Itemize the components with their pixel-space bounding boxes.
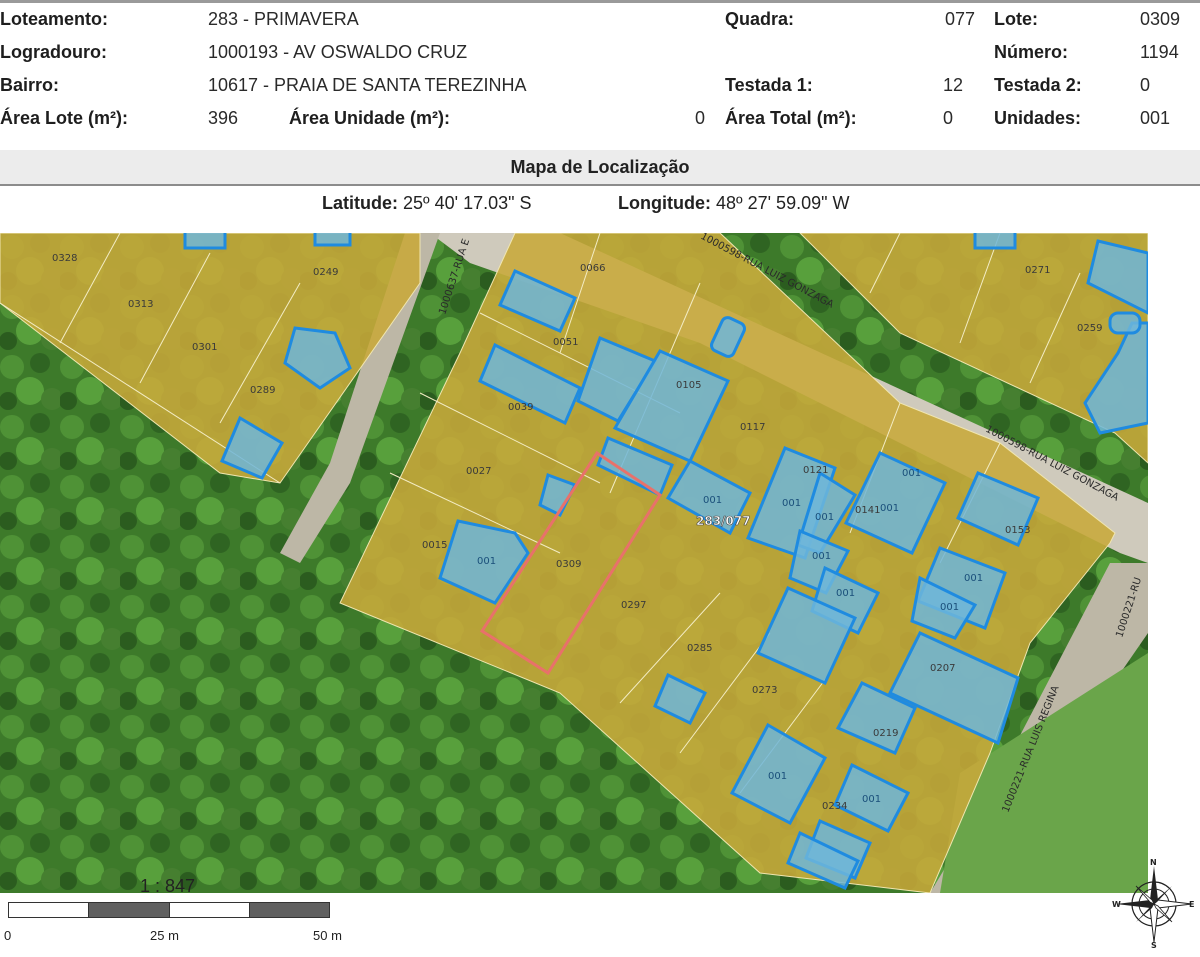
- block-label: 283/077: [696, 514, 750, 528]
- lot-label: 0105: [676, 380, 701, 391]
- map-scale-ratio: 1 : 847: [140, 876, 196, 896]
- longitude-readout: Longitude: 48º 27' 59.09" W: [618, 192, 849, 214]
- lot-label: 0309: [556, 559, 581, 570]
- longitude-label: Longitude:: [618, 193, 711, 213]
- compass-rose-icon: N S E W: [1112, 858, 1196, 950]
- numero-value: 1194: [1140, 42, 1179, 62]
- lot-label: 0153: [1005, 525, 1030, 536]
- map-canvas[interactable]: 0328 0249 0313 0301 0289 0066 0051 0105 …: [0, 233, 1148, 893]
- lote-value: 0309: [1140, 9, 1181, 29]
- testada2-label: Testada 2:: [994, 75, 1082, 95]
- scale-segment: [8, 902, 89, 918]
- lot-label: 0027: [466, 466, 491, 477]
- quadra-value: 077: [944, 9, 975, 29]
- lot-label: 0234: [822, 801, 847, 812]
- longitude-value: 48º 27' 59.09" W: [716, 193, 850, 213]
- quadra-label: Quadra:: [725, 9, 795, 29]
- unit-label: 001: [862, 794, 881, 805]
- area-total-value: 0: [942, 108, 953, 128]
- unit-label: 001: [703, 495, 722, 506]
- lot-label: 0285: [687, 643, 712, 654]
- lot-label: 0259: [1077, 323, 1102, 334]
- bairro-value: 10617 - PRAIA DE SANTA TEREZINHA: [208, 75, 527, 95]
- bairro-label: Bairro:: [0, 75, 60, 95]
- unit-label: 001: [940, 602, 959, 613]
- lot-label: 0249: [313, 267, 338, 278]
- unit-label: 001: [964, 573, 983, 584]
- map-section-title: Mapa de Localização: [510, 157, 690, 177]
- area-total-label: Área Total (m²):: [725, 108, 857, 128]
- lot-label: 0039: [508, 402, 533, 413]
- lot-label: 0271: [1025, 265, 1050, 276]
- lot-label: 0207: [930, 663, 955, 674]
- lot-label: 0219: [873, 728, 898, 739]
- numero-label: Número:: [994, 42, 1069, 62]
- unit-label: 001: [782, 498, 801, 509]
- scale-label-25: 25 m: [150, 928, 179, 943]
- map-section-header: Mapa de Localização: [0, 150, 1200, 186]
- logradouro-label: Logradouro:: [0, 42, 107, 62]
- testada2-value: 0: [1140, 75, 1151, 95]
- area-unidade-label: Área Unidade (m²):: [289, 108, 451, 128]
- scale-segment: [88, 902, 170, 918]
- pool: [1108, 311, 1142, 335]
- latitude-value: 25º 40' 17.03" S: [403, 193, 532, 213]
- aerial-map[interactable]: 0328 0249 0313 0301 0289 0066 0051 0105 …: [0, 233, 1148, 893]
- unidades-label: Unidades:: [994, 108, 1082, 128]
- lot-label: 0141: [855, 505, 880, 516]
- latitude-label: Latitude:: [322, 193, 398, 213]
- scale-label-0: 0: [4, 928, 12, 943]
- testada1-label: Testada 1:: [725, 75, 813, 95]
- unit-label: 001: [768, 771, 787, 782]
- unit-label: 001: [902, 468, 921, 479]
- lote-label: Lote:: [994, 9, 1038, 29]
- compass-e: E: [1189, 900, 1194, 909]
- loteamento-value: 283 - PRIMAVERA: [208, 9, 359, 29]
- scale-segment: [169, 902, 250, 918]
- area-lote-value: 396: [208, 108, 239, 128]
- logradouro-value: 1000193 - AV OSWALDO CRUZ: [208, 42, 468, 62]
- scale-label-50: 50 m: [313, 928, 342, 943]
- lot-label: 0328: [52, 253, 77, 264]
- lot-label: 0313: [128, 299, 153, 310]
- testada1-value: 12: [942, 75, 963, 95]
- building: [313, 233, 352, 247]
- scale-segment: [249, 902, 330, 918]
- compass-w: W: [1112, 900, 1121, 909]
- lot-label: 0301: [192, 342, 217, 353]
- loteamento-label: Loteamento:: [0, 9, 108, 29]
- lot-label: 0297: [621, 600, 646, 611]
- unit-label: 001: [477, 556, 496, 567]
- latitude-readout: Latitude: 25º 40' 17.03" S: [322, 192, 532, 214]
- lot-label: 0066: [580, 263, 605, 274]
- unit-label: 001: [815, 512, 834, 523]
- area-unidade-value: 0: [694, 108, 705, 128]
- lot-label: 0273: [752, 685, 777, 696]
- lot-label: 0121: [803, 465, 828, 476]
- compass-s: S: [1151, 941, 1157, 948]
- unit-label: 001: [812, 551, 831, 562]
- compass-n: N: [1150, 858, 1157, 867]
- lot-label: 0289: [250, 385, 275, 396]
- lot-label: 0051: [553, 337, 578, 348]
- lot-label: 0015: [422, 540, 447, 551]
- lot-label: 0117: [740, 422, 765, 433]
- unit-label: 001: [880, 503, 899, 514]
- building: [973, 233, 1017, 250]
- area-lote-label: Área Lote (m²):: [0, 108, 129, 128]
- building: [183, 233, 227, 250]
- property-info-panel: Loteamento: 283 - PRIMAVERA Logradouro: …: [0, 0, 1200, 140]
- scale-bar: [8, 902, 330, 918]
- unidades-value: 001: [1140, 108, 1171, 128]
- unit-label: 001: [836, 588, 855, 599]
